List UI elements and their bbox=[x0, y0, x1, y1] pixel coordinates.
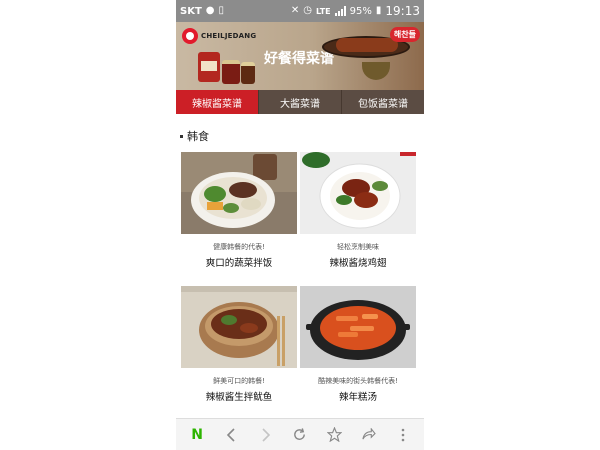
alarm-icon: ◷ bbox=[303, 5, 312, 16]
carrier-label: SKT bbox=[180, 5, 202, 17]
mute-icon: ✕ bbox=[290, 5, 300, 16]
recipe-card[interactable]: 轻松烹制美味 辣椒酱烧鸡翅 bbox=[300, 152, 416, 269]
recipe-image-chicken-wings[interactable] bbox=[300, 152, 416, 234]
bookmark-star-icon[interactable] bbox=[322, 423, 346, 447]
status-bar: SKT ● ▯ ✕ ◷ LTE 95% ▮ 19:13 bbox=[176, 0, 424, 22]
naver-home-icon[interactable]: N bbox=[185, 423, 209, 447]
browser-toolbar: N bbox=[176, 418, 424, 450]
recipe-tabs: 辣椒酱菜谱 大酱菜谱 包饭酱菜谱 bbox=[176, 90, 424, 114]
tab-ssamjang-recipes[interactable]: 包饭酱菜谱 bbox=[341, 90, 424, 114]
back-icon[interactable] bbox=[219, 423, 243, 447]
banner-title: 好餐得菜谱 bbox=[264, 51, 334, 67]
recipe-subtitle: 鲜美可口的韩餐! bbox=[213, 377, 265, 385]
signal-icon bbox=[334, 6, 346, 16]
network-type: LTE bbox=[315, 6, 331, 16]
bullet-icon bbox=[180, 134, 183, 138]
tab-gochujang-recipes[interactable]: 辣椒酱菜谱 bbox=[176, 90, 258, 114]
chat-icon: ● bbox=[205, 5, 215, 16]
promo-banner[interactable]: CHEILJEDANG 好餐得菜谱 해찬들 bbox=[176, 22, 424, 90]
sauce-jar-image bbox=[222, 60, 240, 84]
recipe-image-squid[interactable] bbox=[181, 286, 297, 368]
ribs-image bbox=[336, 38, 398, 52]
recipe-title[interactable]: 爽口的蔬菜拌饭 bbox=[181, 255, 297, 269]
sauce-jar-image bbox=[198, 52, 220, 82]
forward-icon[interactable] bbox=[254, 423, 278, 447]
bowl-image bbox=[362, 62, 390, 80]
clock: 19:13 bbox=[385, 4, 420, 18]
recipe-card[interactable]: 健康韩餐的代表! 爽口的蔬菜拌饭 bbox=[181, 152, 297, 269]
refresh-icon[interactable] bbox=[288, 423, 312, 447]
battery-level: 95% bbox=[349, 5, 372, 17]
recipe-subtitle: 健康韩餐的代表! bbox=[213, 243, 265, 251]
cj-logo-icon bbox=[182, 28, 198, 44]
brand-name: CHEILJEDANG bbox=[201, 32, 257, 40]
share-icon[interactable] bbox=[357, 423, 381, 447]
notification-icon: ▯ bbox=[218, 5, 225, 16]
recipe-card[interactable]: 酷辣美味的街头韩餐代表! 辣年糕汤 bbox=[300, 286, 416, 403]
section-title-text: 韩食 bbox=[187, 130, 209, 143]
recipe-title[interactable]: 辣椒酱生拌鱿鱼 bbox=[181, 389, 297, 403]
recipe-title[interactable]: 辣椒酱烧鸡翅 bbox=[300, 255, 416, 269]
recipe-card[interactable]: 鲜美可口的韩餐! 辣椒酱生拌鱿鱼 bbox=[181, 286, 297, 403]
more-icon[interactable] bbox=[391, 423, 415, 447]
section-title: 韩食 bbox=[180, 128, 209, 144]
recipe-subtitle: 酷辣美味的街头韩餐代表! bbox=[318, 377, 398, 385]
recipe-subtitle: 轻松烹制美味 bbox=[337, 243, 379, 251]
brand-logo: CHEILJEDANG bbox=[182, 28, 256, 44]
battery-icon: ▮ bbox=[375, 5, 382, 16]
sauce-jar-image bbox=[241, 62, 255, 84]
recipe-image-tteokbokki[interactable] bbox=[300, 286, 416, 368]
recipe-image-bibimbap[interactable] bbox=[181, 152, 297, 234]
recipe-title[interactable]: 辣年糕汤 bbox=[300, 389, 416, 403]
tab-doenjang-recipes[interactable]: 大酱菜谱 bbox=[258, 90, 341, 114]
brand-badge: 해찬들 bbox=[389, 27, 420, 42]
phone-screen: SKT ● ▯ ✕ ◷ LTE 95% ▮ 19:13 CHEILJEDANG … bbox=[176, 0, 424, 450]
